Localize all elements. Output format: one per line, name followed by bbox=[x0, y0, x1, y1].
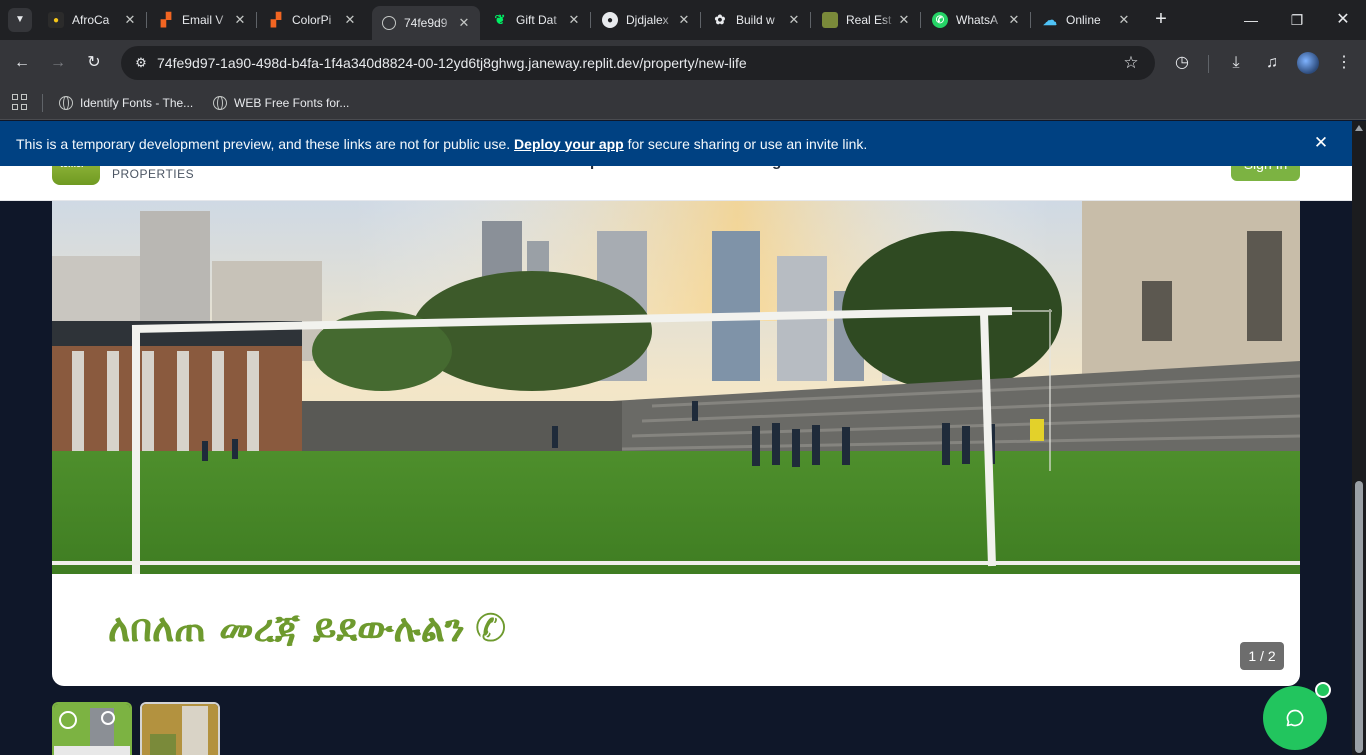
leaf-icon: ❦ bbox=[494, 12, 506, 27]
media-control-icon[interactable]: ♫ bbox=[1260, 51, 1284, 75]
property-photo[interactable] bbox=[52, 201, 1300, 574]
close-icon[interactable]: ✕ bbox=[342, 12, 358, 28]
tab-afrocat[interactable]: ● AfroCa ✕ bbox=[38, 6, 146, 34]
tab-title: Build w bbox=[736, 13, 775, 27]
gallery-thumbnail-1[interactable] bbox=[52, 702, 132, 755]
globe-icon bbox=[382, 16, 396, 30]
tab-online[interactable]: ☁ Online ✕ bbox=[1032, 6, 1140, 34]
cloud-icon: ☁ bbox=[1043, 11, 1057, 28]
tab-active-preview[interactable]: 74fe9d9 ✕ bbox=[372, 6, 480, 40]
bookmark-label: Identify Fonts - The... bbox=[80, 96, 194, 110]
forward-button[interactable]: → bbox=[46, 51, 70, 75]
banner-message: This is a temporary development preview,… bbox=[16, 136, 867, 152]
dev-preview-banner: This is a temporary development preview,… bbox=[0, 121, 1352, 166]
globe-icon bbox=[59, 96, 73, 110]
toolbar-divider bbox=[1208, 55, 1209, 73]
banner-text: This is a temporary development preview,… bbox=[16, 135, 511, 152]
tab-separator bbox=[146, 12, 147, 28]
scroll-up-arrow[interactable] bbox=[1355, 125, 1363, 131]
tab-title: Online bbox=[1066, 13, 1101, 27]
brand-subtitle: PROPERTIES bbox=[112, 167, 195, 181]
github-icon: ● bbox=[602, 12, 618, 28]
tab-separator bbox=[920, 12, 921, 28]
whatsapp-icon: ✆ bbox=[932, 12, 948, 28]
tab-title: Gift Dat bbox=[516, 13, 557, 27]
colorpicker-icon: ▞ bbox=[271, 12, 281, 27]
browser-toolbar: ← → ↻ ⚙ 74fe9d97-1a90-498d-b4fa-1f4a340d… bbox=[0, 40, 1366, 86]
tab-email[interactable]: ▞ Email V ✕ bbox=[148, 6, 256, 34]
bookmark-separator bbox=[42, 94, 43, 112]
history-icon[interactable]: ◷ bbox=[1170, 51, 1194, 75]
tab-colorpicker[interactable]: ▞ ColorPi ✕ bbox=[258, 6, 366, 34]
close-icon[interactable]: ✕ bbox=[786, 12, 802, 28]
slide-caption: ለበለጠ መረጃ ይደውሉልን ✆ bbox=[108, 606, 507, 651]
bookmark-star-icon[interactable]: ☆ bbox=[1119, 51, 1143, 75]
address-bar[interactable]: ⚙ 74fe9d97-1a90-498d-b4fa-1f4a340d8824-0… bbox=[121, 46, 1155, 80]
tab-gift-data[interactable]: ❦ Gift Dat ✕ bbox=[482, 6, 590, 34]
close-icon[interactable]: ✕ bbox=[566, 12, 582, 28]
close-icon[interactable]: ✕ bbox=[896, 12, 912, 28]
globe-icon bbox=[213, 96, 227, 110]
tab-real-estate[interactable]: Real Est ✕ bbox=[812, 6, 920, 34]
profile-avatar[interactable] bbox=[1297, 52, 1319, 74]
reload-button[interactable]: ↻ bbox=[82, 51, 106, 75]
close-icon[interactable]: ✕ bbox=[122, 12, 138, 28]
browser-tabstrip: ▼ ● AfroCa ✕ ▞ Email V ✕ ▞ ColorPi ✕ 74f… bbox=[0, 0, 1366, 40]
tab-title: WhatsA bbox=[956, 13, 999, 27]
openai-icon: ✿ bbox=[714, 12, 726, 27]
tab-title: ColorPi bbox=[292, 13, 332, 27]
bookmark-web-free-fonts[interactable]: WEB Free Fonts for... bbox=[213, 93, 349, 113]
close-icon[interactable]: ✕ bbox=[456, 15, 472, 31]
page-scrollbar[interactable] bbox=[1352, 121, 1366, 755]
page-viewport: temer PROPERTIES Home Properties Team Bl… bbox=[0, 121, 1352, 755]
tab-title: AfroCa bbox=[72, 13, 110, 27]
close-icon[interactable]: ✕ bbox=[1310, 132, 1332, 154]
download-icon[interactable]: ⤓ bbox=[1224, 51, 1248, 75]
scrollbar-thumb[interactable] bbox=[1355, 481, 1363, 753]
tab-title: 74fe9d9 bbox=[404, 16, 448, 30]
property-gallery: ለበለጠ መረጃ ይደውሉልን ✆ 1 / 2 bbox=[52, 201, 1300, 686]
tab-separator bbox=[1030, 12, 1031, 28]
url-text[interactable]: 74fe9d97-1a90-498d-b4fa-1f4a340d8824-00-… bbox=[157, 55, 747, 71]
menu-icon[interactable]: ⋮ bbox=[1332, 51, 1356, 75]
site-info-icon[interactable]: ⚙ bbox=[129, 51, 153, 75]
tab-title: Email V bbox=[182, 13, 224, 27]
apps-grid-icon[interactable] bbox=[12, 94, 28, 110]
caption-text: ለበለጠ መረጃ ይደውሉልን bbox=[108, 606, 465, 650]
tab-search-icon[interactable]: ▼ bbox=[8, 8, 32, 32]
banner-text: for secure sharing or use an invite link… bbox=[627, 135, 868, 152]
real-estate-icon bbox=[822, 12, 838, 28]
slide-counter: 1 / 2 bbox=[1240, 642, 1284, 670]
afrocat-icon: ● bbox=[48, 12, 64, 28]
tab-whatsapp[interactable]: ✆ WhatsA ✕ bbox=[922, 6, 1030, 34]
bookmarks-bar: Identify Fonts - The... WEB Free Fonts f… bbox=[0, 86, 1366, 120]
close-icon[interactable]: ✕ bbox=[1006, 12, 1022, 28]
window-close-button[interactable]: ✕ bbox=[1331, 8, 1355, 32]
tab-separator bbox=[810, 12, 811, 28]
minimize-button[interactable]: — bbox=[1239, 8, 1263, 32]
tab-title: Djdjalex bbox=[626, 13, 669, 27]
bookmark-identify-fonts[interactable]: Identify Fonts - The... bbox=[59, 93, 193, 113]
close-icon[interactable]: ✕ bbox=[1116, 12, 1132, 28]
gallery-thumbnail-2[interactable] bbox=[140, 702, 220, 755]
close-icon[interactable]: ✕ bbox=[676, 12, 692, 28]
phone-icon: ✆ bbox=[474, 606, 507, 650]
tab-separator bbox=[700, 12, 701, 28]
restore-button[interactable]: ❐ bbox=[1285, 8, 1309, 32]
tab-title: Real Est bbox=[846, 13, 892, 27]
new-tab-button[interactable]: + bbox=[1151, 9, 1171, 29]
bookmark-label: WEB Free Fonts for... bbox=[234, 96, 350, 110]
close-icon[interactable]: ✕ bbox=[232, 12, 248, 28]
tab-separator bbox=[256, 12, 257, 28]
deploy-link[interactable]: Deploy your app bbox=[514, 136, 624, 152]
back-button[interactable]: ← bbox=[10, 51, 34, 75]
tab-separator bbox=[590, 12, 591, 28]
online-status-dot bbox=[1315, 682, 1331, 698]
email-icon: ▞ bbox=[161, 12, 171, 27]
chat-icon bbox=[1286, 709, 1304, 727]
tab-build[interactable]: ✿ Build w ✕ bbox=[702, 6, 810, 34]
tab-github[interactable]: ● Djdjalex ✕ bbox=[592, 6, 700, 34]
